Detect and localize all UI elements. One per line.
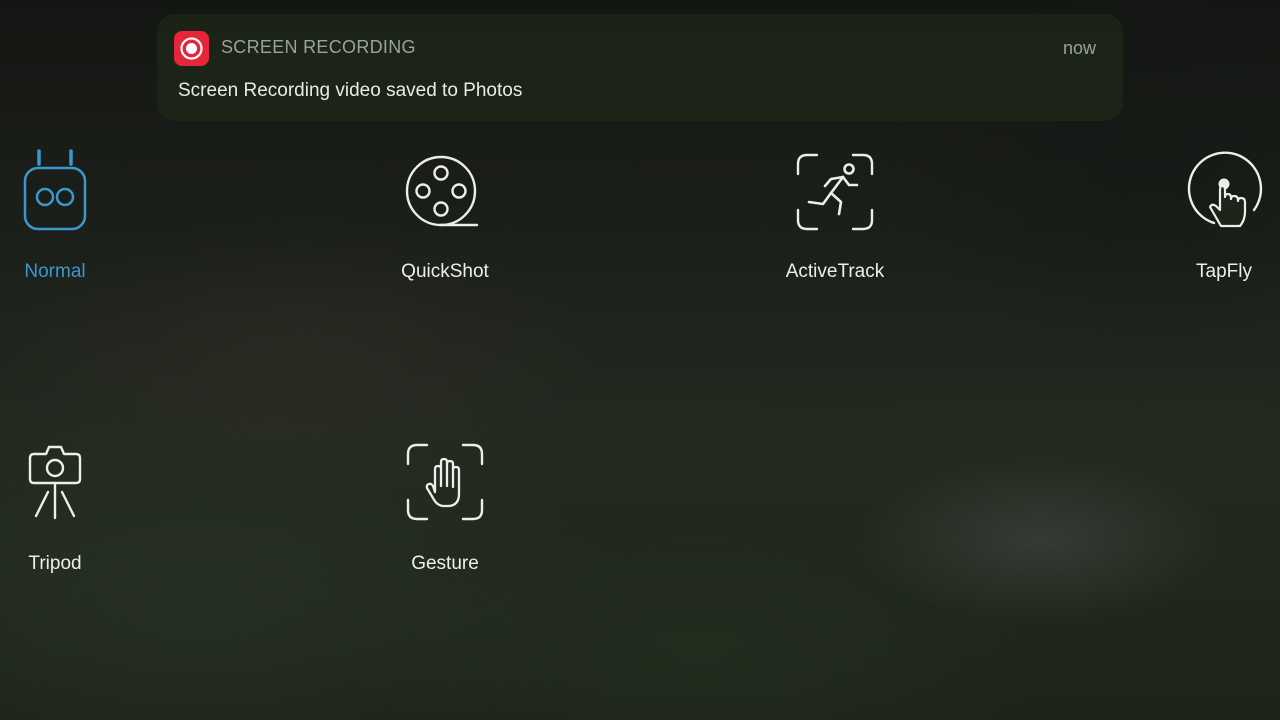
mode-label: Gesture bbox=[411, 553, 479, 574]
tap-pointer-icon bbox=[1187, 151, 1263, 228]
mode-tripod[interactable]: Tripod bbox=[0, 440, 135, 574]
mode-quickshot[interactable]: QuickShot bbox=[365, 152, 525, 282]
notification-time: now bbox=[1062, 38, 1096, 58]
camera-background: SCREEN RECORDING now Screen Recording vi… bbox=[0, 0, 1280, 720]
camera-tripod-icon bbox=[28, 445, 82, 520]
mode-normal[interactable]: Normal bbox=[0, 145, 135, 282]
mode-label: ActiveTrack bbox=[785, 261, 885, 282]
mode-label: Normal bbox=[24, 261, 86, 282]
notification-message: Screen Recording video saved to Photos bbox=[178, 80, 523, 101]
mode-activetrack[interactable]: ActiveTrack bbox=[755, 152, 915, 282]
record-icon bbox=[174, 31, 209, 66]
film-reel-icon bbox=[405, 155, 479, 227]
mode-label: Tripod bbox=[28, 553, 82, 574]
mode-gesture[interactable]: Gesture bbox=[365, 442, 525, 574]
mode-label: QuickShot bbox=[401, 261, 489, 282]
running-person-frame-icon bbox=[796, 153, 874, 231]
mode-label: TapFly bbox=[1196, 261, 1252, 282]
screen-recording-notification[interactable]: SCREEN RECORDING now Screen Recording vi… bbox=[157, 14, 1123, 121]
mode-tapfly[interactable]: TapFly bbox=[1144, 148, 1280, 282]
drone-controller-icon bbox=[23, 149, 87, 231]
notification-app-name: SCREEN RECORDING bbox=[221, 37, 416, 57]
hand-frame-icon bbox=[406, 443, 484, 521]
